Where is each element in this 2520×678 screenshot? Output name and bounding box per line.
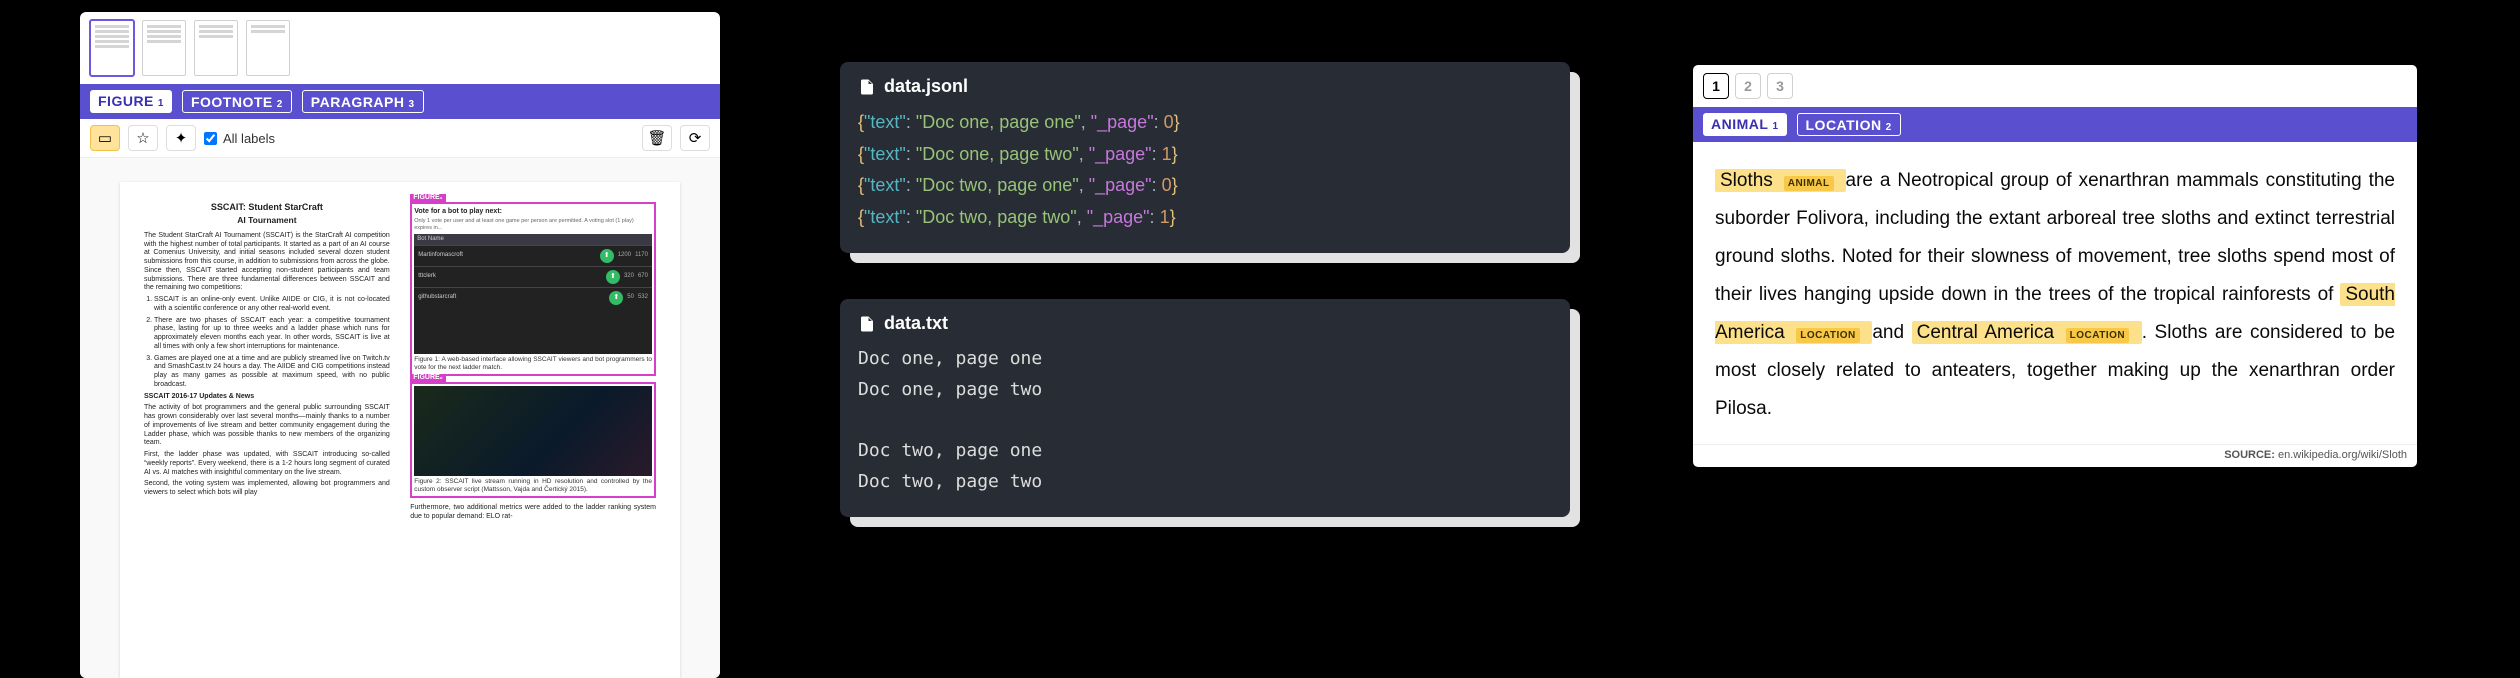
page-btn-1[interactable]: 1 — [1703, 73, 1729, 99]
code-card-txt: data.txt Doc one, page one Doc one, page… — [840, 299, 1570, 517]
entity-span-central-america[interactable]: Central America LOCATION — [1912, 321, 2142, 344]
trash-icon: 🗑 — [647, 129, 666, 147]
doc-p5: Furthermore, two additional metrics were… — [410, 504, 656, 522]
thumb-page-3[interactable] — [194, 20, 238, 76]
annotation-figure-2[interactable]: FIGURE₂ Figure 2: SSCAIT live stream run… — [410, 382, 656, 498]
file-icon — [858, 315, 876, 333]
fig1-screenshot: Bot Name Martinfomascroft⬆12001170 tttcl… — [414, 234, 652, 354]
entity-tag-animal: ANIMAL — [1784, 176, 1834, 191]
page-btn-2[interactable]: 2 — [1735, 73, 1761, 99]
label-chip-hotkey: 2 — [277, 99, 283, 110]
doc-page: SSCAIT: Student StarCraft AI Tournament … — [120, 182, 680, 678]
tool-polygon[interactable]: ☆ — [128, 125, 158, 151]
doc-ol-3: Games are played one at a time and are p… — [154, 355, 390, 390]
label-chip-animal[interactable]: ANIMAL 1 — [1703, 113, 1787, 136]
label-chip-paragraph[interactable]: PARAGRAPH 3 — [302, 90, 424, 113]
thumb-page-1[interactable] — [90, 20, 134, 76]
label-chip-name: FIGURE — [98, 93, 154, 109]
ner-panel: 1 2 3 ANIMAL 1 LOCATION 2 Sloths ANIMAL … — [1690, 62, 2420, 470]
label-chip-hotkey: 1 — [1772, 121, 1778, 132]
fig2-caption: Figure 2: SSCAIT live stream running in … — [414, 478, 652, 494]
doc-ol-1: SSCAIT is an online-only event. Unlike A… — [154, 296, 390, 314]
label-chip-figure[interactable]: FIGURE 1 — [90, 90, 172, 113]
thumb-page-4[interactable] — [246, 20, 290, 76]
label-chip-name: FOOTNOTE — [191, 94, 273, 110]
rect-icon: ▭ — [98, 129, 112, 147]
doc-p2: The activity of bot programmers and the … — [144, 404, 390, 448]
label-chip-name: ANIMAL — [1711, 116, 1768, 132]
wand-icon: ✦ — [175, 129, 188, 147]
entity-span-sloths[interactable]: Sloths ANIMAL — [1715, 169, 1846, 192]
label-chip-footnote[interactable]: FOOTNOTE 2 — [182, 90, 292, 113]
label-bar: ANIMAL 1 LOCATION 2 — [1693, 107, 2417, 142]
doc-lead: The Student StarCraft AI Tournament (SSC… — [144, 232, 390, 293]
fig1-headline: Vote for a bot to play next: — [414, 208, 652, 217]
label-bar: FIGURE 1 FOOTNOTE 2 PARAGRAPH 3 — [80, 84, 720, 119]
filename-jsonl: data.jsonl — [884, 76, 968, 97]
all-labels-toggle[interactable]: All labels — [204, 131, 275, 146]
label-chip-hotkey: 3 — [409, 99, 415, 110]
txt-code: Doc one, page one Doc one, page two Doc … — [858, 344, 1552, 497]
reset-button[interactable]: ⟳ — [680, 125, 710, 151]
doc-ol-2: There are two phases of SSCAIT each year… — [154, 317, 390, 352]
pdf-annotation-panel: FIGURE 1 FOOTNOTE 2 PARAGRAPH 3 ▭ ☆ ✦ Al… — [80, 12, 720, 678]
entity-tag-location: LOCATION — [2066, 328, 2129, 343]
label-chip-location[interactable]: LOCATION 2 — [1797, 113, 1901, 136]
tool-rect[interactable]: ▭ — [90, 125, 120, 151]
figure-tag: FIGURE₁ — [410, 194, 445, 203]
code-card-jsonl: data.jsonl {"text": "Doc one, page one",… — [840, 62, 1570, 253]
all-labels-checkbox[interactable] — [204, 132, 217, 145]
paginator: 1 2 3 — [1693, 65, 2417, 107]
thumb-page-2[interactable] — [142, 20, 186, 76]
label-chip-hotkey: 1 — [158, 98, 164, 109]
fig1-caption: Figure 1: A web-based interface allowing… — [414, 356, 652, 372]
doc-title-1: SSCAIT: Student StarCraft — [144, 202, 390, 213]
jsonl-code: {"text": "Doc one, page one", "_page": 0… — [858, 107, 1552, 233]
label-chip-name: LOCATION — [1806, 117, 1882, 133]
fig2-screenshot — [414, 386, 652, 476]
doc-p4: Second, the voting system was implemente… — [144, 480, 390, 498]
label-chip-hotkey: 2 — [1886, 122, 1892, 133]
filename-txt: data.txt — [884, 313, 948, 334]
delete-button[interactable]: 🗑 — [642, 125, 672, 151]
entity-tag-location: LOCATION — [1796, 328, 1859, 343]
doc-title-2: AI Tournament — [144, 215, 390, 226]
refresh-icon: ⟳ — [689, 129, 702, 147]
page-thumbnails — [80, 12, 720, 84]
tool-wand[interactable]: ✦ — [166, 125, 196, 151]
doc-h5: SSCAIT 2016-17 Updates & News — [144, 393, 254, 400]
figure-tag: FIGURE₂ — [410, 374, 446, 383]
annotation-toolbar: ▭ ☆ ✦ All labels 🗑 ⟳ — [80, 119, 720, 158]
label-chip-name: PARAGRAPH — [311, 94, 405, 110]
source-line: SOURCE: en.wikipedia.org/wiki/Sloth — [1693, 444, 2417, 467]
annotation-figure-1[interactable]: FIGURE₁ Vote for a bot to play next: Onl… — [410, 202, 656, 376]
file-icon — [858, 78, 876, 96]
page-btn-3[interactable]: 3 — [1767, 73, 1793, 99]
polygon-icon: ☆ — [136, 129, 149, 147]
document-viewport[interactable]: SSCAIT: Student StarCraft AI Tournament … — [80, 158, 720, 678]
annotated-text[interactable]: Sloths ANIMAL are a Neotropical group of… — [1693, 142, 2417, 444]
doc-p3: First, the ladder phase was updated, wit… — [144, 451, 390, 477]
code-panel: data.jsonl {"text": "Doc one, page one",… — [840, 62, 1570, 517]
all-labels-label: All labels — [223, 131, 275, 146]
fig1-sub: Only 1 vote per user and at least one ga… — [414, 218, 652, 232]
